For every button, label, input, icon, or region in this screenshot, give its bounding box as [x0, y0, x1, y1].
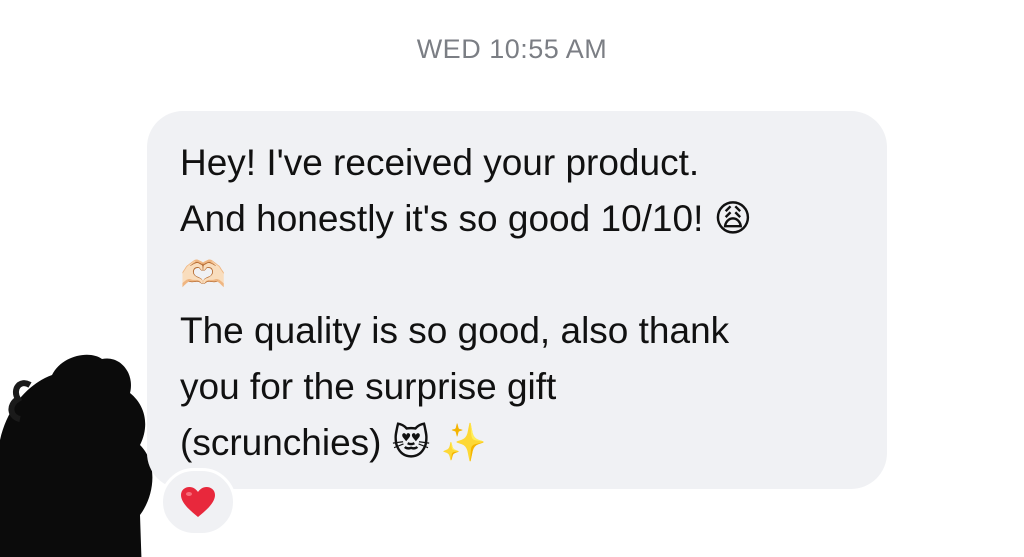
message-text: Hey! I've received your product. And hon… — [180, 142, 753, 463]
timestamp: WED 10:55 AM — [416, 34, 608, 64]
reaction-badge[interactable] — [160, 468, 236, 536]
sender-avatar-redacted — [0, 354, 153, 557]
red-heart-icon — [181, 487, 215, 517]
